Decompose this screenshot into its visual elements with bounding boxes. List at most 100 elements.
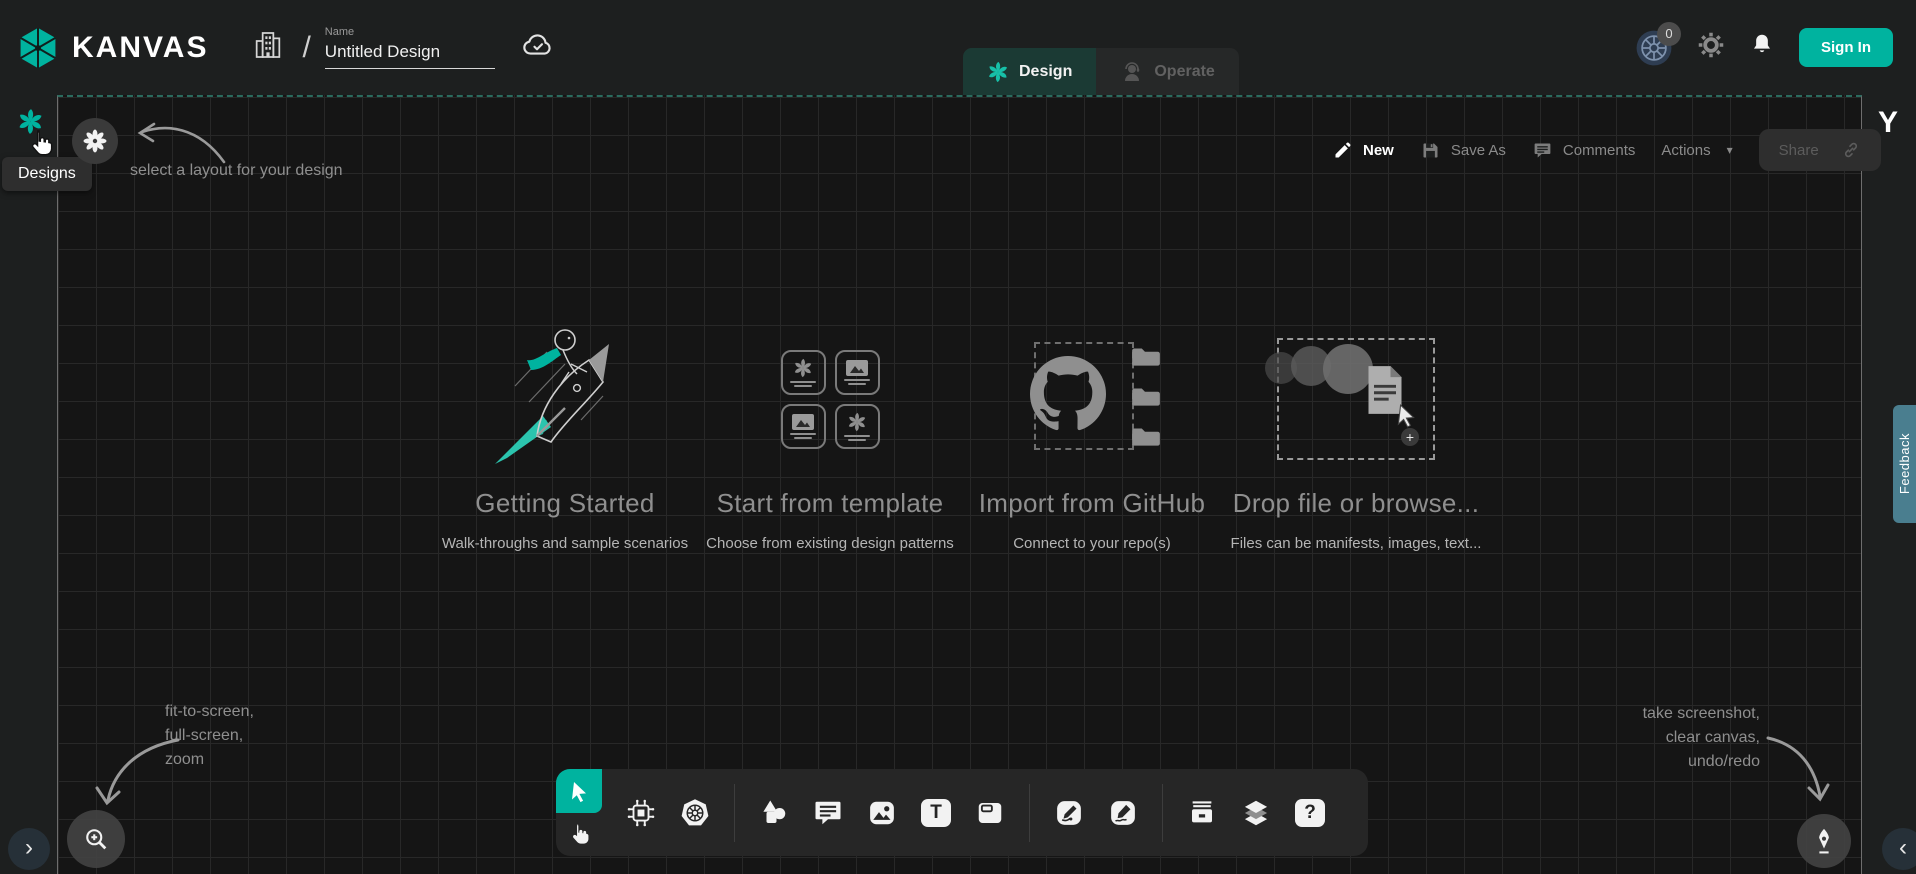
zoom-in-icon: [82, 825, 110, 853]
expand-right-dock-button[interactable]: ‹: [1882, 828, 1916, 870]
bottom-right-hints: take screenshot, clear canvas, undo/redo: [1580, 702, 1760, 774]
hand-icon: [566, 822, 592, 848]
flower-icon: [83, 129, 107, 153]
notification-badge: 0: [1657, 22, 1681, 46]
option-getting-started[interactable]: Getting Started Walk-throughs and sample…: [425, 324, 705, 552]
image-tool[interactable]: [867, 798, 897, 828]
notifications-bell-icon[interactable]: [1749, 31, 1775, 64]
components-chip-tool[interactable]: [626, 798, 656, 828]
design-name-block: Name: [325, 26, 495, 69]
folder-icon: [1130, 384, 1162, 408]
shapes-tool[interactable]: [759, 798, 789, 828]
tab-operate-label: Operate: [1154, 63, 1214, 81]
bottom-toolbar: T: [556, 769, 1368, 856]
actions-label: Actions: [1661, 142, 1710, 159]
option-drop-file[interactable]: + Drop file or browse... Files can be ma…: [1216, 324, 1496, 552]
option-subtitle: Choose from existing design patterns: [706, 535, 954, 552]
option-subtitle: Files can be manifests, images, text...: [1231, 535, 1482, 552]
option-subtitle: Connect to your repo(s): [1013, 535, 1171, 552]
layouts-button[interactable]: [72, 118, 118, 164]
feedback-tab[interactable]: Feedback: [1893, 405, 1916, 523]
comment-icon: [1532, 140, 1553, 161]
save-as-button[interactable]: Save As: [1420, 140, 1506, 161]
designs-tooltip: Designs: [2, 157, 92, 191]
option-start-from-template[interactable]: Start from template Choose from existing…: [690, 324, 970, 552]
design-spiral-icon: [987, 61, 1009, 83]
text-tool[interactable]: T: [921, 799, 951, 827]
plus-badge: +: [1401, 428, 1419, 446]
organization-icon[interactable]: [252, 28, 284, 67]
layers-tool[interactable]: [1241, 798, 1271, 828]
hint-arrow-to-pen: [1762, 728, 1834, 812]
right-dock-glyph[interactable]: Y: [1878, 106, 1898, 140]
note-tool[interactable]: [975, 798, 1005, 828]
github-import-graphic: [1012, 338, 1172, 460]
cursor-arrow-icon: [1393, 402, 1419, 430]
cluster-avatar[interactable]: 0: [1635, 29, 1673, 67]
folder-icon: [1130, 424, 1162, 448]
tab-design[interactable]: Design: [963, 48, 1096, 95]
comments-button[interactable]: Comments: [1532, 140, 1636, 161]
select-tool-button[interactable]: [556, 769, 602, 813]
zoom-button[interactable]: [67, 810, 125, 868]
name-label: Name: [325, 26, 495, 38]
share-button[interactable]: Share: [1759, 129, 1881, 171]
layout-hint-text: select a layout for your design: [130, 162, 343, 180]
rocket-doodle: [485, 324, 645, 474]
design-name-input[interactable]: [325, 40, 495, 69]
new-label: New: [1363, 142, 1394, 159]
kanvas-logo-icon: [16, 26, 60, 70]
tab-operate[interactable]: Operate: [1096, 48, 1238, 95]
mode-tabs: Design Operate: [963, 48, 1239, 95]
link-icon: [1841, 140, 1861, 160]
option-title: Getting Started: [475, 488, 654, 519]
comment-tool[interactable]: [813, 798, 843, 828]
option-title: Drop file or browse...: [1233, 488, 1479, 519]
github-icon: [1030, 356, 1106, 432]
toolbar-divider: [1029, 784, 1030, 842]
pen-path-tool[interactable]: [1054, 798, 1084, 828]
sync-status-cloud-icon: [521, 30, 555, 65]
design-actions-toolbar: New Save As Comments Actions ▾ Share: [1333, 128, 1881, 172]
breadcrumb-separator: /: [302, 31, 310, 65]
folder-icon: [1130, 344, 1162, 368]
brand[interactable]: KANVAS: [16, 26, 208, 70]
settings-gear-icon[interactable]: [1697, 31, 1725, 64]
annotate-pen-button[interactable]: [1797, 814, 1851, 868]
expand-left-dock-button[interactable]: ›: [8, 828, 50, 870]
kanvas-app: KANVAS / Name: [0, 0, 1916, 874]
feedback-label: Feedback: [1897, 433, 1912, 494]
option-title: Import from GitHub: [979, 488, 1205, 519]
header: KANVAS / Name: [0, 0, 1916, 95]
header-right: 0 Sign In: [1635, 0, 1893, 95]
comments-label: Comments: [1563, 142, 1636, 159]
new-button[interactable]: New: [1333, 140, 1394, 160]
operate-headset-icon: [1120, 60, 1144, 84]
pan-tool-button[interactable]: [556, 813, 602, 856]
hint-arrow-to-layouts: [128, 116, 228, 168]
option-import-from-github[interactable]: Import from GitHub Connect to your repo(…: [952, 324, 1232, 552]
help-tool[interactable]: ?: [1295, 799, 1325, 827]
pencil-icon: [1333, 140, 1353, 160]
save-icon: [1420, 140, 1441, 161]
tab-design-label: Design: [1019, 63, 1072, 81]
save-as-label: Save As: [1451, 142, 1506, 159]
share-label: Share: [1779, 142, 1819, 159]
option-subtitle: Walk-throughs and sample scenarios: [442, 535, 688, 552]
toolbar-divider: [734, 784, 735, 842]
drawer-tool[interactable]: [1187, 798, 1217, 828]
chevron-right-icon: ›: [25, 834, 33, 862]
option-title: Start from template: [717, 488, 944, 519]
toolbar-divider: [1162, 784, 1163, 842]
caret-down-icon: ▾: [1727, 143, 1733, 157]
template-cards: [781, 324, 880, 474]
freehand-draw-tool[interactable]: [1108, 798, 1138, 828]
sign-in-button[interactable]: Sign In: [1799, 28, 1893, 67]
cursor-arrow-icon: [567, 779, 591, 803]
pen-nib-icon: [1810, 826, 1838, 856]
actions-dropdown[interactable]: Actions ▾: [1661, 142, 1732, 159]
chevron-left-icon: ‹: [1899, 834, 1907, 862]
drop-file-graphic: +: [1277, 338, 1435, 460]
hint-arrow-to-zoom: [92, 732, 184, 814]
kubernetes-tool[interactable]: [680, 798, 710, 828]
